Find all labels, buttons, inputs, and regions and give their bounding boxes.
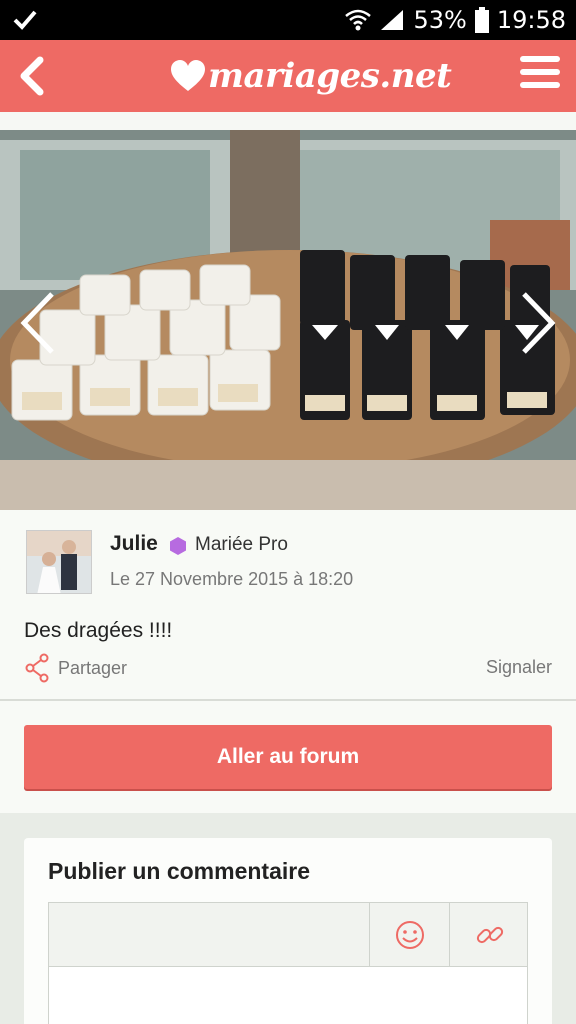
- app-header: mariages.net: [0, 40, 576, 112]
- go-to-forum-button[interactable]: Aller au forum: [24, 725, 552, 789]
- post-date: Le 27 Novembre 2015 à 18:20: [110, 569, 354, 589]
- wifi-icon: [345, 9, 372, 31]
- heart-logo-icon: [171, 60, 205, 91]
- author-role: Mariée Pro: [195, 534, 288, 555]
- chevron-left-icon[interactable]: [18, 290, 58, 356]
- chevron-right-icon[interactable]: [518, 290, 558, 356]
- share-button[interactable]: Partager: [24, 652, 127, 684]
- editor-toolbar: [49, 903, 527, 967]
- comment-card: Publier un commentaire: [24, 838, 552, 1024]
- logo[interactable]: mariages.net: [170, 48, 452, 104]
- avatar[interactable]: [26, 530, 92, 594]
- header-spacer: [0, 112, 576, 130]
- link-button[interactable]: [449, 903, 529, 967]
- post-message: Des dragées !!!!: [24, 619, 173, 642]
- report-link[interactable]: Signaler: [486, 657, 552, 678]
- back-icon[interactable]: [14, 52, 54, 100]
- forum-section: Aller au forum: [0, 701, 576, 813]
- logo-text: mariages.net: [208, 56, 452, 96]
- clock: 19:58: [496, 6, 566, 34]
- menu-icon[interactable]: [520, 56, 560, 92]
- status-bar: 53% 19:58: [0, 0, 576, 40]
- post-card: Julie Mariée Pro Le 27 Novembre 2015 à 1…: [0, 510, 576, 700]
- comment-editor[interactable]: [48, 902, 528, 1024]
- battery-icon: [474, 7, 489, 33]
- smiley-icon: [395, 921, 424, 949]
- emoji-button[interactable]: [369, 903, 449, 967]
- comment-title: Publier un commentaire: [48, 858, 311, 884]
- share-label: Partager: [58, 657, 128, 678]
- signal-icon: [381, 10, 404, 30]
- battery-percent: 53%: [413, 6, 467, 34]
- link-icon: [476, 926, 503, 944]
- check-icon: [13, 10, 37, 30]
- share-icon: [25, 653, 49, 683]
- author-name[interactable]: Julie: [110, 532, 158, 556]
- post-photo[interactable]: [0, 130, 576, 510]
- badge-icon: [170, 537, 186, 555]
